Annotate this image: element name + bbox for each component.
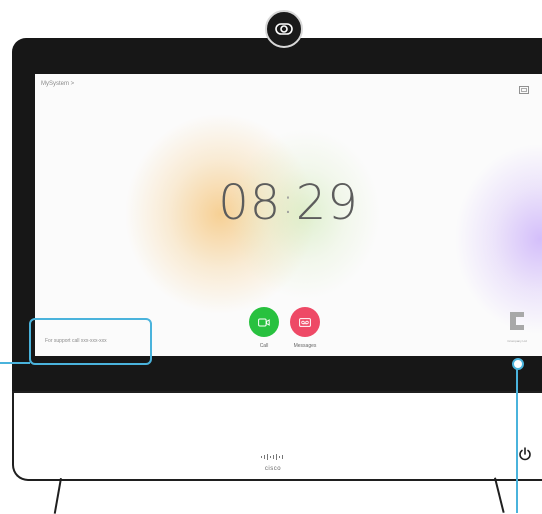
cisco-bars-icon [261, 454, 283, 460]
company-caption: Ccompany Ltd [507, 339, 527, 343]
voicemail-icon[interactable] [290, 307, 320, 337]
clock: 08:29 [35, 179, 542, 227]
messages-label: Messages [293, 343, 317, 349]
cisco-wordmark: cisco [264, 466, 282, 472]
breadcrumb[interactable]: MySystem > [41, 81, 74, 87]
home-screen: MySystem > 08:29 Call Messages For suppo… [35, 74, 542, 356]
clock-hours: 08 [218, 175, 282, 231]
callout-leader-left [0, 362, 30, 364]
messages-button[interactable]: Messages [285, 307, 325, 349]
clock-minutes: 29 [295, 175, 359, 231]
camera-icon [265, 10, 303, 48]
callout-leader-right [516, 367, 518, 513]
ambient-glow-purple [455, 144, 542, 334]
support-callout-box [29, 318, 152, 365]
call-label: Call [259, 343, 269, 349]
power-icon[interactable] [518, 447, 532, 466]
base-divider [12, 391, 542, 393]
video-camera-icon[interactable] [249, 307, 279, 337]
clock-separator: : [282, 182, 295, 222]
company-logo: Ccompany Ltd [502, 310, 532, 343]
stand-left-leg [53, 478, 62, 514]
screen-share-icon[interactable] [519, 81, 529, 99]
callout-leader-dot [512, 358, 524, 370]
call-button[interactable]: Call [244, 307, 284, 349]
cisco-logo: cisco [258, 447, 288, 472]
stand-right-leg [494, 477, 505, 513]
company-c-icon [510, 312, 524, 330]
